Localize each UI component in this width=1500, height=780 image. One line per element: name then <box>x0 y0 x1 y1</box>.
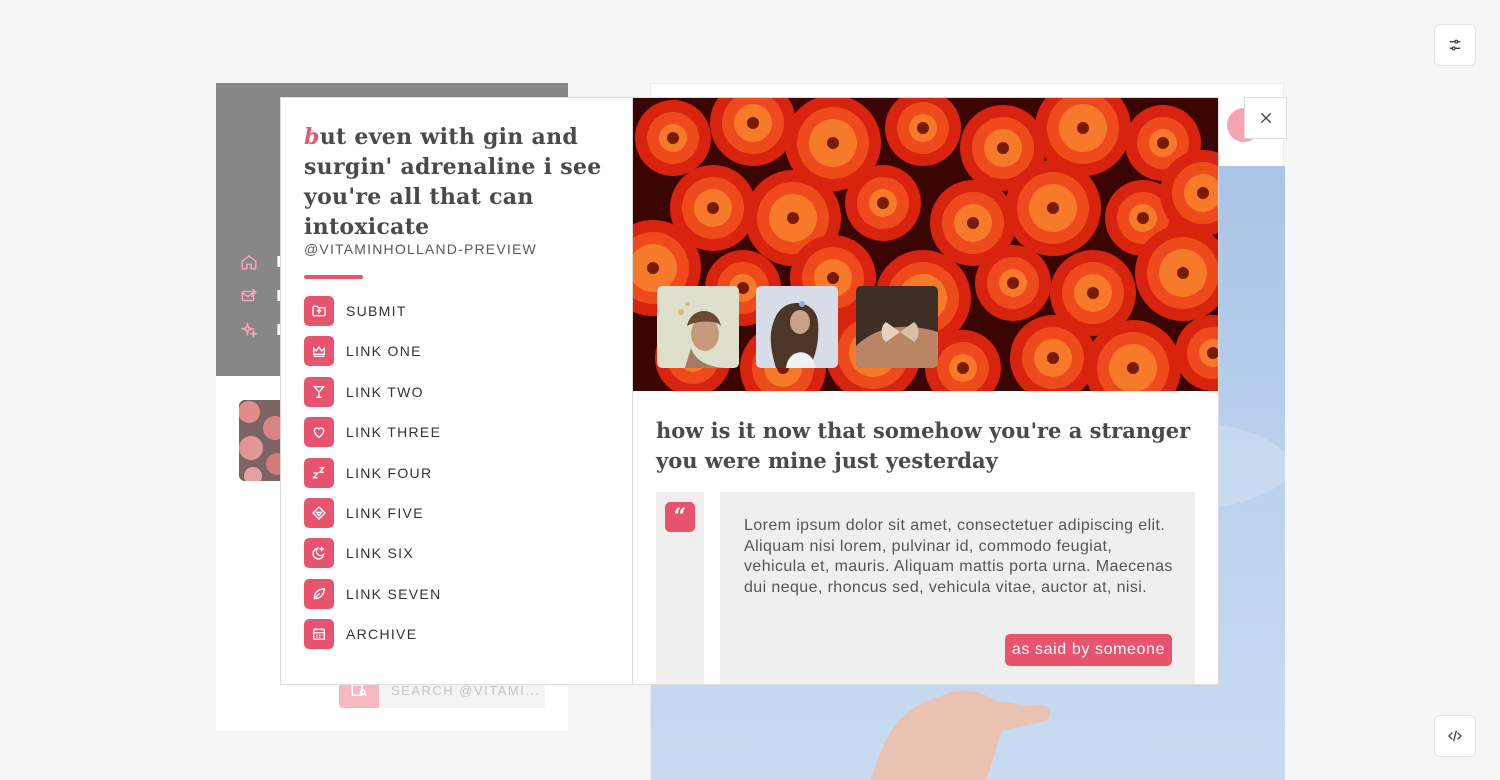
menu-item-link-three[interactable]: LINK THREE <box>304 417 554 447</box>
quote-icon: “ <box>665 502 695 532</box>
flower <box>885 98 961 166</box>
flower <box>1175 315 1218 391</box>
menu-item-submit[interactable]: SUBMIT <box>304 296 554 326</box>
menu-label: SUBMIT <box>346 303 407 319</box>
bg-nav-item-1[interactable]: I <box>240 253 282 271</box>
photo-thumbnail-2[interactable] <box>756 286 838 368</box>
menu-label: LINK ONE <box>346 343 422 359</box>
menu-label: LINK TWO <box>346 384 424 400</box>
diamond-icon <box>304 498 334 528</box>
title-text: ut even with gin and surgin' adrenaline … <box>304 124 602 240</box>
menu-label: LINK FOUR <box>346 465 433 481</box>
menu-item-link-six[interactable]: LINK SIX <box>304 538 554 568</box>
flower <box>635 100 711 176</box>
flower <box>975 245 1051 321</box>
divider <box>304 275 363 279</box>
flower <box>845 165 921 241</box>
popup-sidebar: but even with gin and surgin' adrenaline… <box>281 98 633 684</box>
menu-item-link-four[interactable]: LINK FOUR <box>304 458 554 488</box>
menu-item-archive[interactable]: ARCHIVE <box>304 619 554 649</box>
menu-item-link-two[interactable]: LINK TWO <box>304 377 554 407</box>
settings-button[interactable] <box>1434 24 1476 66</box>
heart-icon <box>304 417 334 447</box>
home-icon <box>241 255 257 270</box>
photo-thumbnail-1[interactable] <box>657 286 739 368</box>
calendar-icon <box>304 619 334 649</box>
profile-popup: but even with gin and surgin' adrenaline… <box>280 97 1219 685</box>
sliders-icon <box>1449 39 1461 51</box>
moon-stars-icon <box>304 538 334 568</box>
crown-icon <box>304 336 334 366</box>
code-button[interactable] <box>1434 715 1476 757</box>
quote-text: Lorem ipsum dolor sit amet, consectetuer… <box>744 517 1173 596</box>
sleep-zz-icon <box>304 458 334 488</box>
flower <box>710 98 796 166</box>
photo-thumbnail-3[interactable] <box>856 286 938 368</box>
post-heading: how is it now that somehow you're a stra… <box>656 418 1191 473</box>
quote-source-badge[interactable]: as said by someone <box>1004 634 1172 666</box>
menu-item-link-five[interactable]: LINK FIVE <box>304 498 554 528</box>
close-button[interactable] <box>1244 97 1287 139</box>
cocktail-icon <box>304 377 334 407</box>
menu-label: LINK THREE <box>346 424 442 440</box>
popup-content: how is it now that somehow you're a stra… <box>633 98 1218 684</box>
menu-item-link-one[interactable]: LINK ONE <box>304 336 554 366</box>
sparkles-icon <box>240 321 258 339</box>
quote-block: Lorem ipsum dolor sit amet, consectetuer… <box>720 492 1195 684</box>
menu-label: ARCHIVE <box>346 626 418 642</box>
leaf-icon <box>304 579 334 609</box>
blog-handle: @VITAMINHOLLAND-PREVIEW <box>304 241 537 257</box>
close-icon <box>1260 112 1271 124</box>
folder-upload-icon <box>304 296 334 326</box>
title-dropcap: b <box>304 124 320 150</box>
menu-item-link-seven[interactable]: LINK SEVEN <box>304 579 554 609</box>
popup-title: but even with gin and surgin' adrenaline… <box>304 122 604 242</box>
code-icon <box>1448 730 1462 742</box>
header-image-flowers <box>633 98 1218 391</box>
menu-label: LINK SIX <box>346 545 414 561</box>
mail-edit-icon <box>241 288 257 302</box>
menu-label: LINK FIVE <box>346 505 424 521</box>
menu-label: LINK SEVEN <box>346 586 442 602</box>
quote-sidebar: “ <box>656 492 704 684</box>
flower <box>1005 160 1101 256</box>
